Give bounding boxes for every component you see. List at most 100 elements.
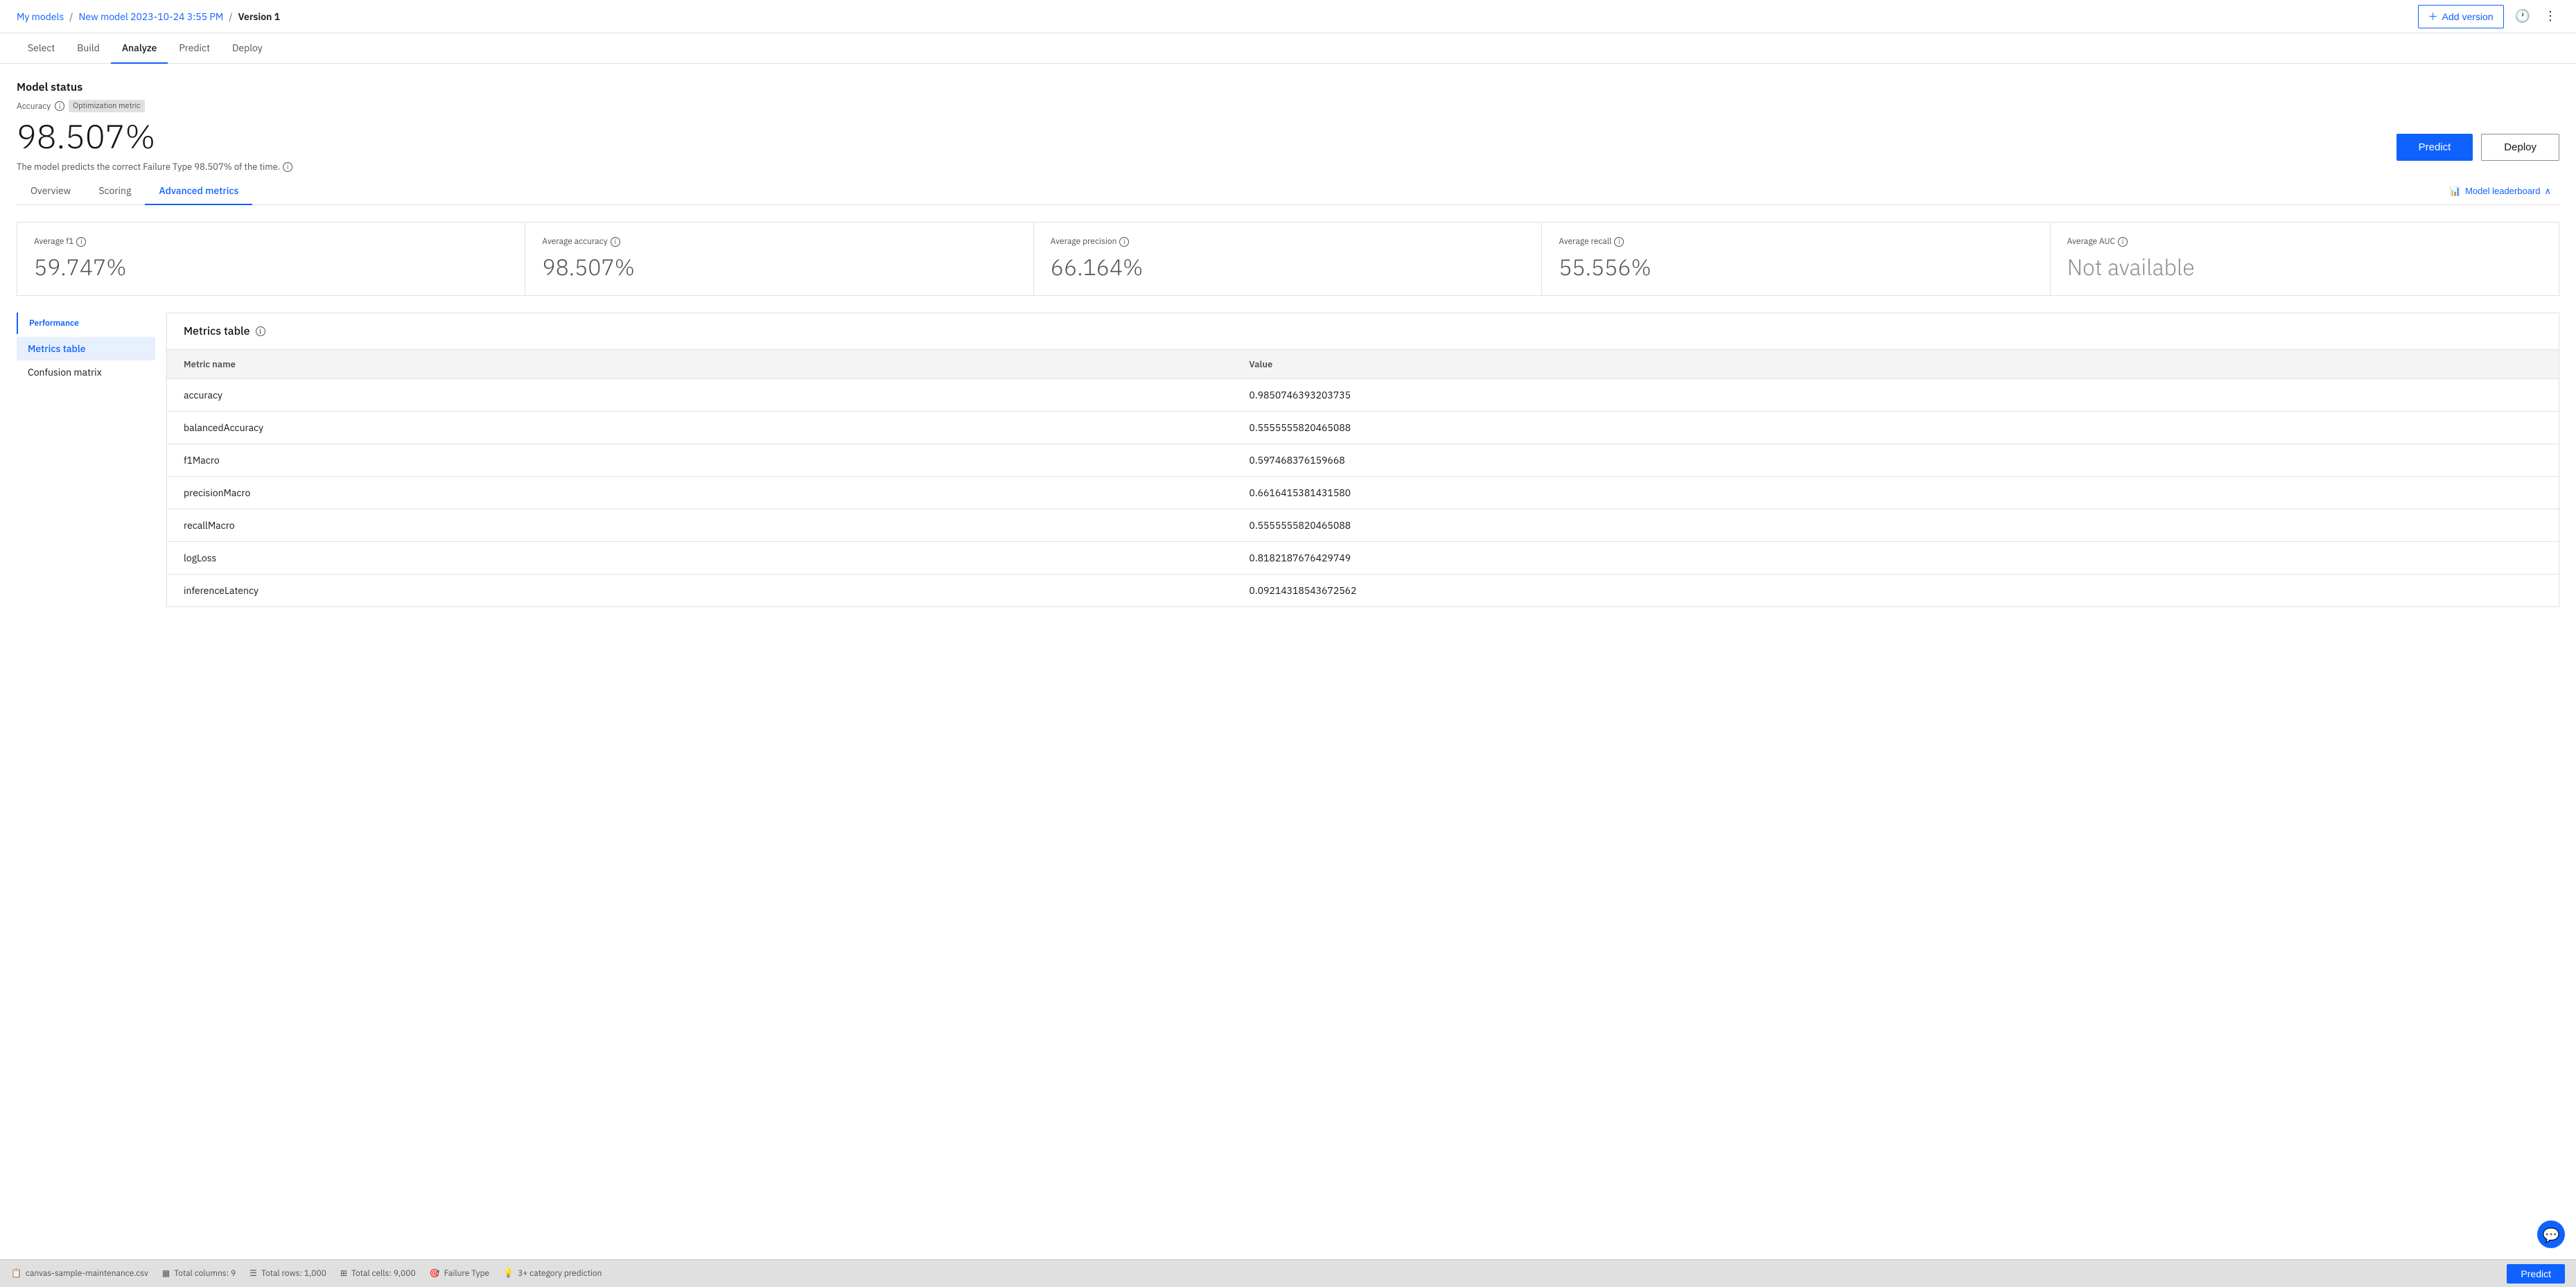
tab-deploy[interactable]: Deploy	[221, 33, 274, 64]
add-icon: ＋	[2428, 10, 2438, 24]
prediction-type-label: 3+ category prediction	[518, 1268, 602, 1279]
metric-label-recall: Average recall i	[1559, 236, 2033, 247]
rows-label: Total rows: 1,000	[261, 1268, 326, 1279]
add-version-button[interactable]: ＋ Add version	[2418, 5, 2504, 28]
metrics-table-header: Metrics table i	[167, 313, 2559, 350]
metrics-table-title: Metrics table	[184, 324, 250, 338]
bottom-bar: 📋 canvas-sample-maintenance.csv ▦ Total …	[0, 1259, 2576, 1287]
columns-icon: ▦	[162, 1268, 170, 1279]
metric-value-cell: 0.5555555820465088	[1232, 509, 2559, 542]
table-row: f1Macro0.597468376159668	[167, 444, 2559, 477]
rows-icon: ☰	[249, 1268, 257, 1279]
auc-info-icon[interactable]: i	[2118, 237, 2128, 247]
f1-info-icon[interactable]: i	[76, 237, 86, 247]
desc-info-icon[interactable]: i	[283, 162, 292, 172]
prediction-icon: 💡	[503, 1268, 514, 1279]
model-status-title: Model status	[17, 80, 2559, 94]
metric-name-cell: recallMacro	[167, 509, 1232, 542]
table-header-row: Metric name Value	[167, 350, 2559, 379]
chat-icon[interactable]: 💬	[2537, 1220, 2565, 1248]
precision-info-icon[interactable]: i	[1119, 237, 1129, 247]
breadcrumb-sep2: /	[229, 10, 232, 23]
breadcrumb: My models / New model 2023-10-24 3:55 PM…	[17, 10, 280, 23]
content-layout: Performance Metrics table Confusion matr…	[17, 313, 2559, 607]
history-button[interactable]: 🕐	[2512, 6, 2533, 26]
metric-label-precision: Average precision i	[1051, 236, 1525, 247]
table-row: precisionMacro0.6616415381431580	[167, 477, 2559, 509]
tab-select[interactable]: Select	[17, 33, 66, 64]
file-icon: 📋	[11, 1268, 21, 1279]
col-value: Value	[1232, 350, 2559, 379]
sub-tab-advanced-metrics[interactable]: Advanced metrics	[145, 177, 252, 205]
table-row: recallMacro0.5555555820465088	[167, 509, 2559, 542]
target-icon: 🎯	[430, 1268, 440, 1279]
main-panel: Metrics table i Metric name Value accura…	[166, 313, 2559, 607]
metric-name-cell: balancedAccuracy	[167, 412, 1232, 444]
metric-value-auc: Not available	[2067, 252, 2542, 281]
table-row: balancedAccuracy0.5555555820465088	[167, 412, 2559, 444]
bottom-bar-cells: ⊞ Total cells: 9,000	[340, 1268, 416, 1279]
metric-card-accuracy: Average accuracy i 98.507%	[525, 222, 1033, 295]
metrics-data-table: Metric name Value accuracy0.985074639320…	[167, 350, 2559, 606]
metric-card-f1: Average f1 i 59.747%	[17, 222, 525, 295]
sub-tabs-left: Overview Scoring Advanced metrics	[17, 177, 252, 204]
predict-button-bottom[interactable]: Predict	[2507, 1264, 2565, 1284]
predict-button-main[interactable]: Predict	[2397, 134, 2473, 161]
sidebar-section-performance: Performance	[17, 313, 155, 334]
optimization-badge: Optimization metric	[69, 100, 144, 112]
breadcrumb-new-model[interactable]: New model 2023-10-24 3:55 PM	[79, 10, 224, 23]
metric-card-recall: Average recall i 55.556%	[1542, 222, 2050, 295]
target-label: Failure Type	[444, 1268, 489, 1279]
status-action-row: Predict Deploy	[17, 134, 2559, 161]
breadcrumb-my-models[interactable]: My models	[17, 10, 64, 23]
metric-value-cell: 0.6616415381431580	[1232, 477, 2559, 509]
table-row: inferenceLatency0.09214318543672562	[167, 575, 2559, 607]
bottom-bar-filename: 📋 canvas-sample-maintenance.csv	[11, 1268, 148, 1279]
breadcrumb-version: Version 1	[238, 10, 280, 23]
cells-label: Total cells: 9,000	[351, 1268, 416, 1279]
col-metric-name: Metric name	[167, 350, 1232, 379]
metric-value-accuracy: 98.507%	[542, 252, 1016, 281]
nav-tabs: Select Build Analyze Predict Deploy	[0, 33, 2576, 64]
bottom-bar-rows: ☰ Total rows: 1,000	[249, 1268, 326, 1279]
tab-analyze[interactable]: Analyze	[111, 33, 168, 64]
metrics-table-info-icon[interactable]: i	[256, 326, 265, 336]
metric-value-f1: 59.747%	[34, 252, 508, 281]
accuracy-metric-info-icon[interactable]: i	[611, 237, 620, 247]
sidebar-item-confusion-matrix[interactable]: Confusion matrix	[17, 360, 155, 384]
top-header: My models / New model 2023-10-24 3:55 PM…	[0, 0, 2576, 33]
accuracy-info-icon[interactable]: i	[55, 101, 64, 111]
tab-build[interactable]: Build	[66, 33, 111, 64]
chevron-up-icon: ∧	[2544, 186, 2551, 197]
columns-label: Total columns: 9	[174, 1268, 236, 1279]
leaderboard-icon: 📊	[2450, 186, 2461, 197]
filename-label: canvas-sample-maintenance.csv	[26, 1268, 148, 1279]
tab-predict[interactable]: Predict	[168, 33, 221, 64]
recall-info-icon[interactable]: i	[1614, 237, 1624, 247]
deploy-button-main[interactable]: Deploy	[2481, 134, 2559, 161]
metric-value-cell: 0.597468376159668	[1232, 444, 2559, 477]
model-leaderboard-button[interactable]: 📊 Model leaderboard ∧	[2442, 180, 2559, 202]
table-row: accuracy0.9850746393203735	[167, 379, 2559, 412]
metric-name-cell: accuracy	[167, 379, 1232, 412]
sidebar: Performance Metrics table Confusion matr…	[17, 313, 155, 607]
accuracy-label: Accuracy i Optimization metric	[17, 100, 2559, 112]
bottom-bar-columns: ▦ Total columns: 9	[162, 1268, 236, 1279]
table-row: logLoss0.8182187676429749	[167, 542, 2559, 575]
metric-name-cell: precisionMacro	[167, 477, 1232, 509]
metrics-summary: Average f1 i 59.747% Average accuracy i …	[17, 222, 2559, 296]
metric-name-cell: logLoss	[167, 542, 1232, 575]
metric-value-recall: 55.556%	[1559, 252, 2033, 281]
metric-value-cell: 0.09214318543672562	[1232, 575, 2559, 607]
more-options-button[interactable]: ⋮	[2541, 6, 2559, 26]
sub-tab-scoring[interactable]: Scoring	[85, 177, 145, 205]
metric-name-cell: f1Macro	[167, 444, 1232, 477]
model-leaderboard-label: Model leaderboard	[2465, 186, 2540, 196]
add-version-label: Add version	[2442, 11, 2494, 22]
bottom-bar-target: 🎯 Failure Type	[430, 1268, 489, 1279]
metric-value-cell: 0.8182187676429749	[1232, 542, 2559, 575]
sidebar-item-metrics-table[interactable]: Metrics table	[17, 337, 155, 360]
breadcrumb-sep1: /	[69, 10, 73, 23]
sub-tab-overview[interactable]: Overview	[17, 177, 85, 205]
metric-value-cell: 0.9850746393203735	[1232, 379, 2559, 412]
